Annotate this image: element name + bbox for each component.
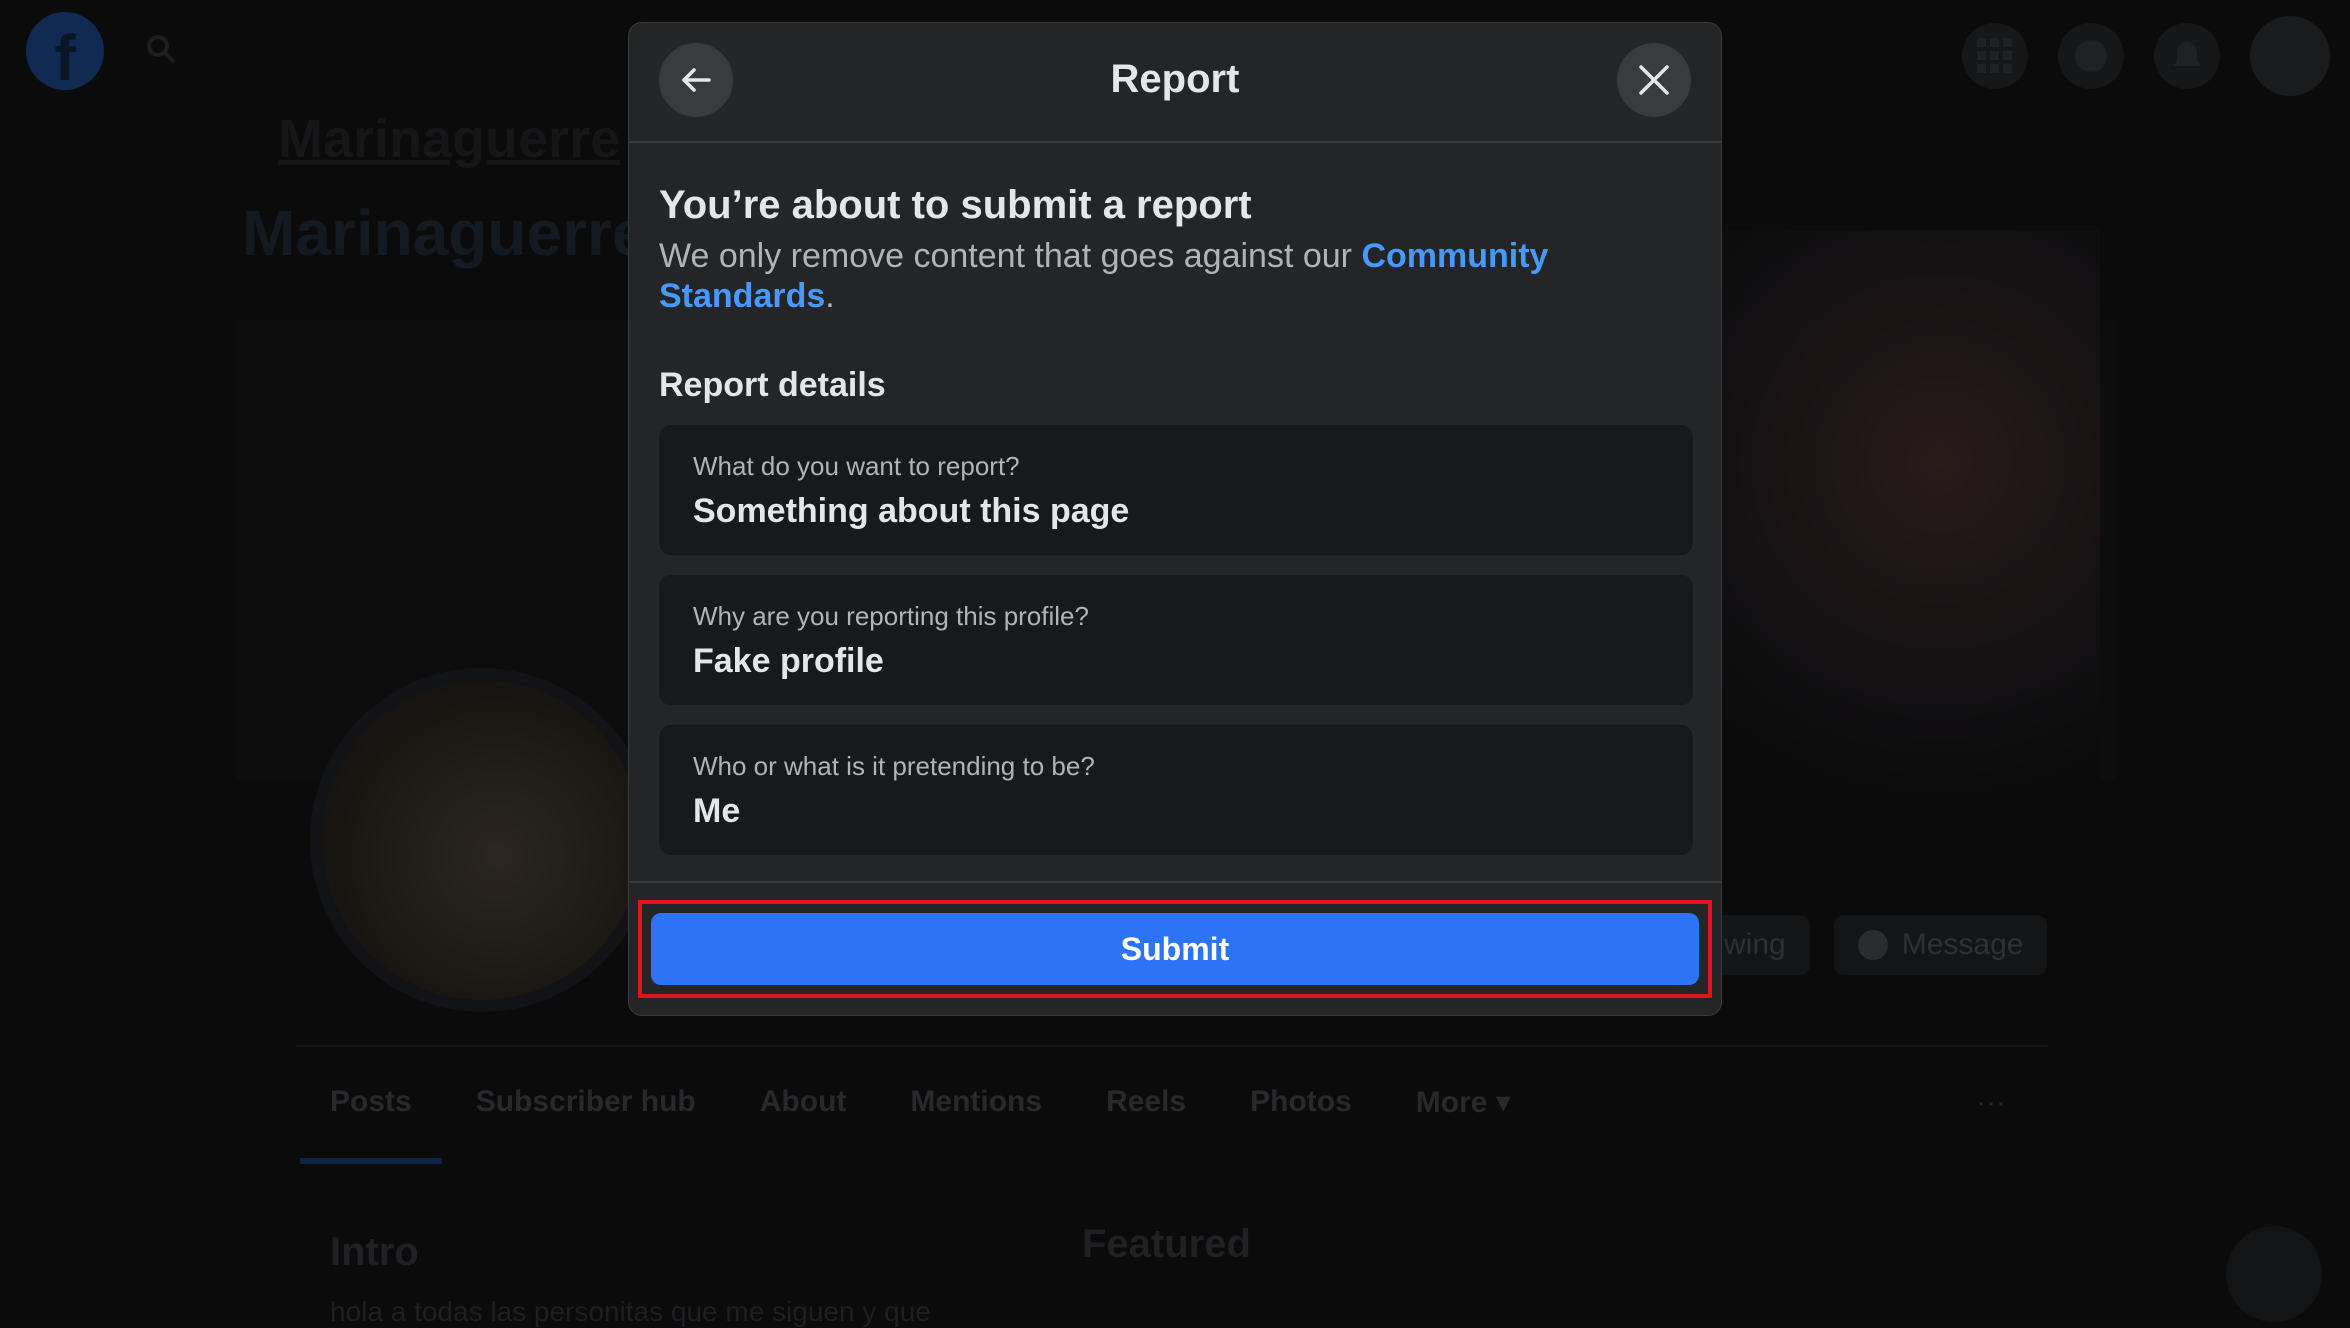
tab-photos[interactable]: Photos <box>1250 1085 1352 1120</box>
account-avatar[interactable] <box>2250 16 2330 96</box>
detail-question: Why are you reporting this profile? <box>693 601 1089 631</box>
menu-grid-icon[interactable] <box>1962 23 2028 89</box>
footer-divider <box>629 881 1721 883</box>
detail-question: Who or what is it pretending to be? <box>693 751 1095 781</box>
active-tab-indicator <box>300 1158 442 1164</box>
tab-subscriber-hub[interactable]: Subscriber hub <box>476 1085 696 1120</box>
messenger-icon <box>1857 930 1888 960</box>
tab-mentions[interactable]: Mentions <box>910 1085 1042 1120</box>
dialog-title: Report <box>1110 57 1240 101</box>
messenger-icon[interactable] <box>2058 23 2124 89</box>
close-icon <box>1639 65 1669 95</box>
top-right-icons <box>1962 16 2330 96</box>
detail-answer: Something about this page <box>693 492 1130 530</box>
close-button[interactable] <box>1617 43 1691 117</box>
intro-title: Intro <box>330 1230 419 1274</box>
report-heading: You’re about to submit a report <box>659 183 1252 227</box>
report-dialog: Report You’re about to submit a report W… <box>628 22 1722 1016</box>
message-button[interactable]: Message <box>1833 915 2048 975</box>
facebook-logo[interactable]: f <box>26 12 104 90</box>
intro-bio-text: hola a todas las personitas que me sigue… <box>330 1296 931 1327</box>
tab-posts[interactable]: Posts <box>330 1085 412 1120</box>
description-text: We only remove content that goes against… <box>659 237 1362 275</box>
submit-button[interactable]: Submit <box>651 913 1699 985</box>
report-detail-item: What do you want to report? Something ab… <box>659 425 1693 555</box>
message-button-label: Message <box>1901 928 2024 961</box>
dialog-header: Report <box>629 23 1721 143</box>
dialog-body: You’re about to submit a report We only … <box>659 163 1693 855</box>
compose-button[interactable] <box>2226 1226 2322 1322</box>
report-description: We only remove content that goes against… <box>659 236 1693 316</box>
divider <box>296 1045 2048 1047</box>
detail-answer: Me <box>693 792 741 830</box>
profile-tabs: Posts Subscriber hub About Mentions Reel… <box>330 1085 1511 1120</box>
more-options-button[interactable]: ··· <box>1976 1086 2006 1120</box>
tab-more[interactable]: More ▾ <box>1416 1085 1511 1120</box>
report-details-title: Report details <box>659 366 886 404</box>
cover-photo-detail <box>1700 230 2100 810</box>
featured-title: Featured <box>1082 1222 1251 1266</box>
report-detail-item: Who or what is it pretending to be? Me <box>659 725 1693 855</box>
report-detail-item: Why are you reporting this profile? Fake… <box>659 575 1693 705</box>
detail-question: What do you want to report? <box>693 451 1020 481</box>
tab-reels[interactable]: Reels <box>1106 1085 1186 1120</box>
profile-name-heading: Marinaguerre <box>242 197 648 269</box>
detail-answer: Fake profile <box>693 642 884 680</box>
search-icon[interactable] <box>146 34 176 64</box>
profile-picture[interactable] <box>310 668 654 1012</box>
profile-action-buttons: wing Message <box>1700 915 2048 975</box>
tab-about[interactable]: About <box>760 1085 847 1120</box>
profile-name-link[interactable]: Marinaguerre <box>278 108 620 170</box>
notifications-bell-icon[interactable] <box>2154 23 2220 89</box>
description-period: . <box>825 277 835 315</box>
